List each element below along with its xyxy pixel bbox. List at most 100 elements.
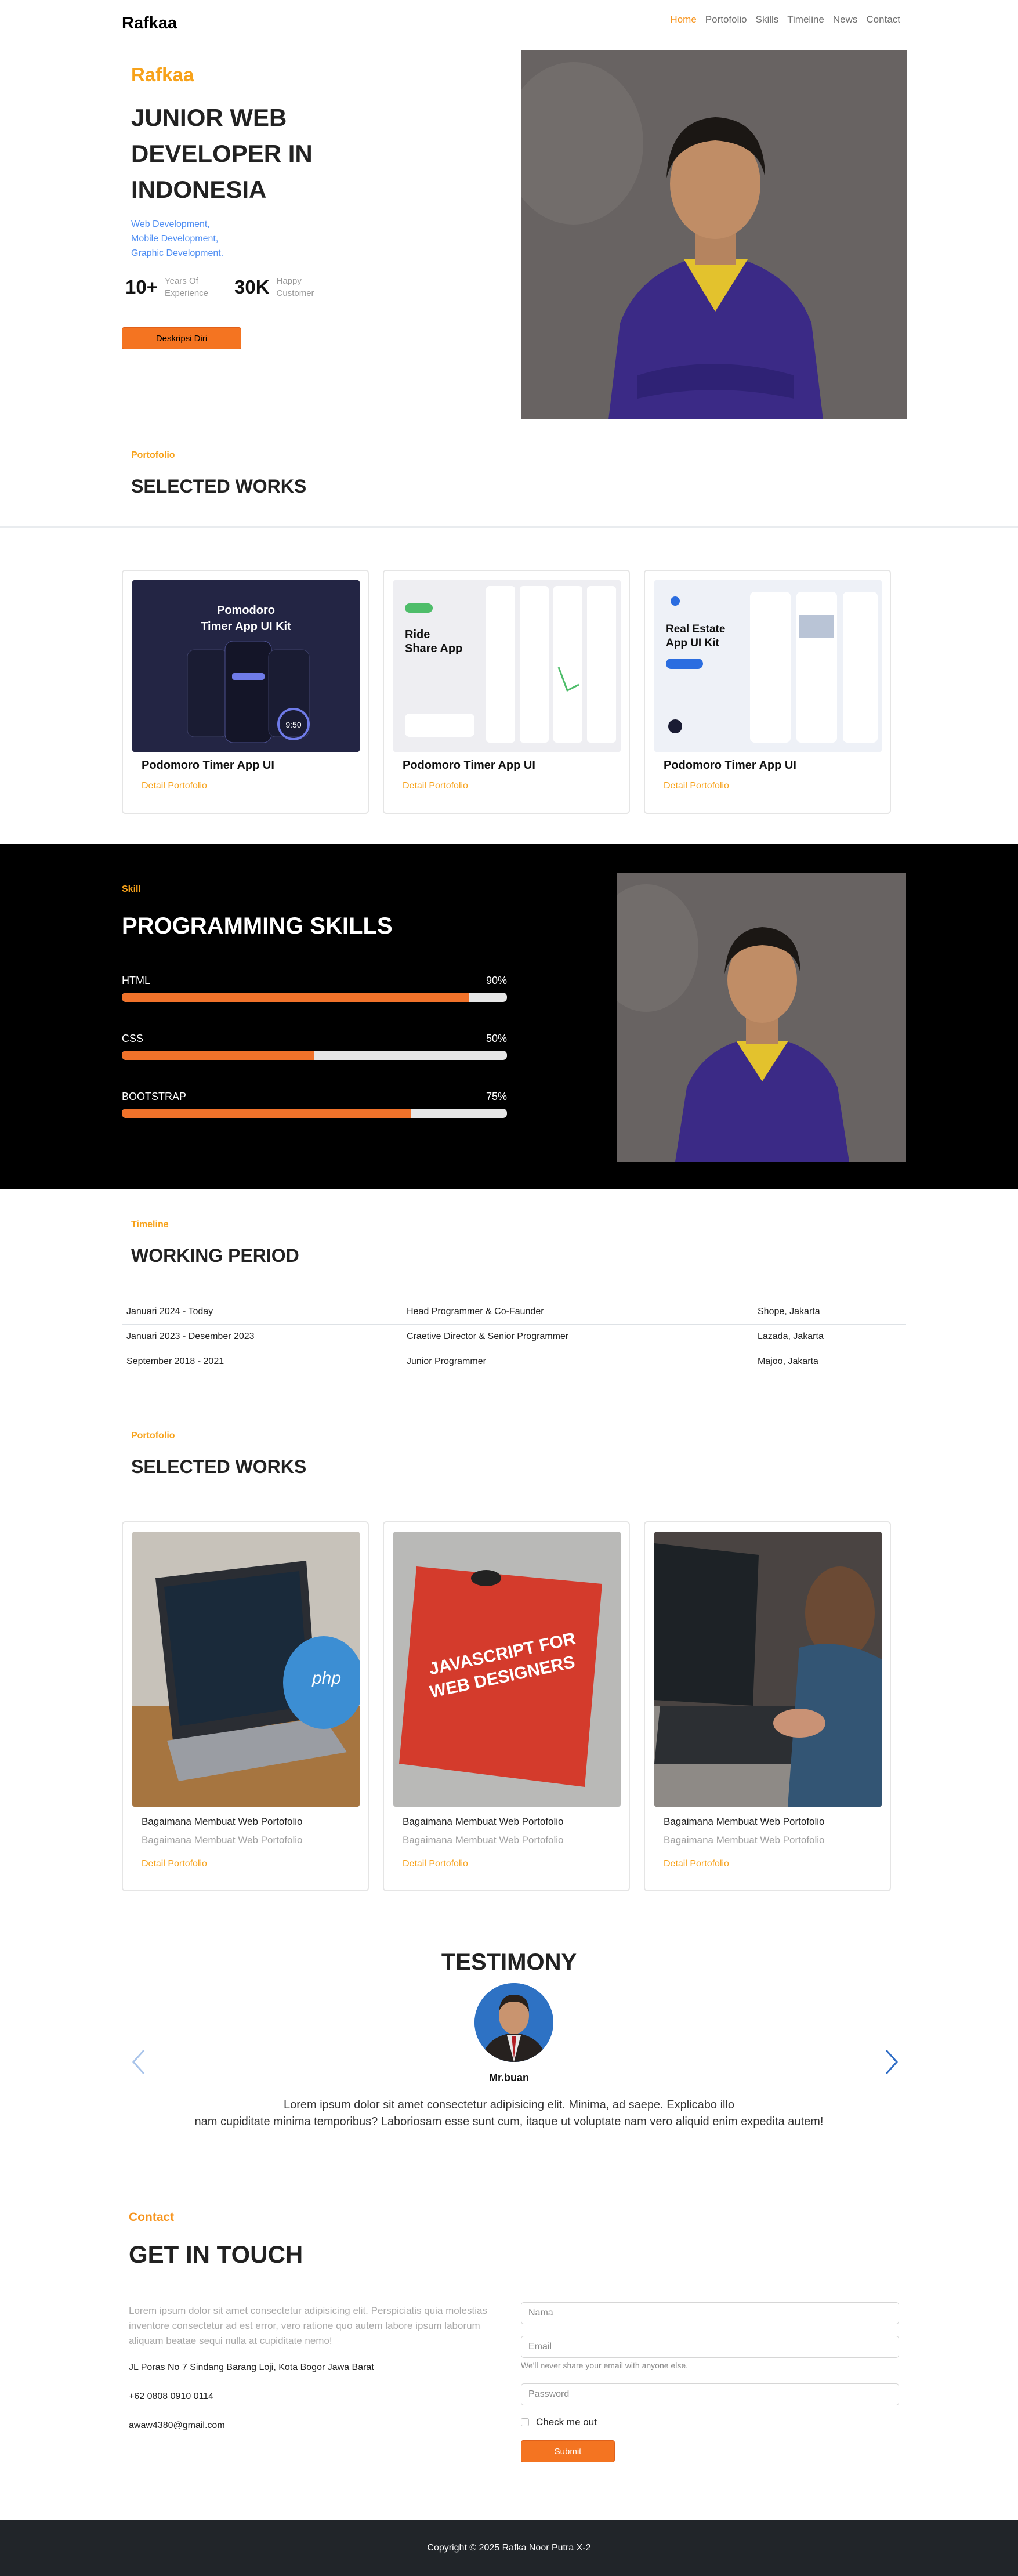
copyright-text: Copyright © 2025 Rafka Noor Putra X-2 <box>427 2543 591 2553</box>
work-card-link[interactable]: Detail Portofolio <box>403 781 468 791</box>
place-cell: Lazada, Jakarta <box>758 1332 824 1341</box>
table-row: September 2018 - 2021 Junior Programmer … <box>122 1349 906 1374</box>
svg-text:Real Estate: Real Estate <box>666 623 725 635</box>
blog-card-link[interactable]: Detail Portofolio <box>403 1859 468 1869</box>
svg-text:Ride: Ride <box>405 628 430 641</box>
email-hint: We'll never share your email with anyone… <box>521 2361 688 2370</box>
blog-card[interactable]: php Bagaimana Membuat Web Portofolio Bag… <box>122 1521 369 1891</box>
nav-item-news[interactable]: News <box>833 14 858 26</box>
works-eyebrow: Portofolio <box>131 450 175 460</box>
testimony-line: nam cupiditate minima temporibus? Labori… <box>194 2115 824 2128</box>
testimony-author: Mr.buan <box>488 2072 529 2083</box>
skill-progress-bar <box>122 1051 507 1060</box>
blog-card[interactable]: Bagaimana Membuat Web Portofolio Bagaima… <box>644 1521 891 1891</box>
nav-item-portofolio[interactable]: Portofolio <box>705 14 747 26</box>
contact-email: awaw4380@gmail.com <box>129 2421 225 2430</box>
blog-card-subtitle: Bagaimana Membuat Web Portofolio <box>664 1835 825 1846</box>
specialty-web[interactable]: Web Development, <box>131 217 223 231</box>
work-card[interactable]: Pomodoro Timer App UI Kit 9:50 Podomoro … <box>122 570 369 814</box>
work-card-link[interactable]: Detail Portofolio <box>142 781 207 791</box>
svg-text:9:50: 9:50 <box>285 720 301 729</box>
specialty-graphic[interactable]: Graphic Development. <box>131 246 223 261</box>
email-field[interactable]: Email <box>521 2336 899 2358</box>
stat-label: Years Of Experience <box>164 276 209 298</box>
skill-name: BOOTSTRAP <box>122 1091 187 1102</box>
table-row: Januari 2023 - Desember 2023 Craetive Di… <box>122 1325 906 1349</box>
role-cell: Craetive Director & Senior Programmer <box>407 1332 569 1341</box>
blog-card-title: Bagaimana Membuat Web Portofolio <box>142 1816 303 1827</box>
checkbox-label: Check me out <box>536 2416 597 2427</box>
skill-percent: 90% <box>486 975 507 986</box>
php-text: php <box>311 1669 341 1688</box>
blog-card-link[interactable]: Detail Portofolio <box>664 1859 729 1869</box>
contact-title: Get In Touch <box>129 2241 303 2268</box>
period-cell: Januari 2024 - Today <box>126 1307 213 1316</box>
work-card-image: Pomodoro Timer App UI Kit 9:50 <box>132 580 360 752</box>
nav-item-skills[interactable]: Skills <box>756 14 779 26</box>
skills-portrait-photo <box>617 873 906 1162</box>
role-cell: Junior Programmer <box>407 1356 486 1366</box>
blog-card-subtitle: Bagaimana Membuat Web Portofolio <box>403 1835 564 1846</box>
skill-progress-fill <box>122 1051 314 1060</box>
skill-percent: 50% <box>486 1033 507 1044</box>
role-cell: Head Programmer & Co-Faunder <box>407 1307 544 1316</box>
checkbox[interactable] <box>521 2418 529 2426</box>
work-card-title: Podomoro Timer App UI <box>664 759 796 772</box>
password-field[interactable]: Password <box>521 2383 899 2405</box>
section-divider <box>0 526 1018 528</box>
chevron-right-icon[interactable] <box>881 2045 904 2079</box>
skills-eyebrow: Skill <box>122 884 141 894</box>
skill-item-css: CSS 50% <box>122 1033 507 1060</box>
chevron-left-icon[interactable] <box>126 2045 150 2079</box>
stat-value: 10+ <box>125 276 158 298</box>
contact-eyebrow: Contact <box>129 2210 175 2224</box>
work-card[interactable]: Ride Share App Podomoro Timer App UI Det… <box>383 570 630 814</box>
name-field[interactable]: Nama <box>521 2302 899 2324</box>
work-card-title: Podomoro Timer App UI <box>142 759 274 772</box>
testimony-title: TESTIMONY <box>441 1949 577 1975</box>
work-card-image: Ride Share App <box>393 580 621 752</box>
timeline-table: Januari 2024 - Today Head Programmer & C… <box>122 1300 906 1374</box>
stat-experience: 10+ Years Of Experience <box>125 275 223 299</box>
place-cell: Majoo, Jakarta <box>758 1356 818 1366</box>
contact-description: Lorem ipsum dolor sit amet consectetur a… <box>129 2305 487 2346</box>
skill-item-bootstrap: BOOTSTRAP 75% <box>122 1091 507 1118</box>
timeline-eyebrow: Timeline <box>131 1220 169 1229</box>
hero-title: Junior Web Developer in Indonesia <box>131 104 313 203</box>
main-nav: Home Portofolio Skills Timeline News Con… <box>670 14 900 26</box>
nav-item-timeline[interactable]: Timeline <box>787 14 824 26</box>
stat-value: 30K <box>234 276 270 298</box>
skill-item-html: HTML 90% <box>122 975 507 1002</box>
skill-progress-bar <box>122 993 507 1002</box>
svg-text:App UI Kit: App UI Kit <box>666 637 719 649</box>
period-cell: Januari 2023 - Desember 2023 <box>126 1332 255 1341</box>
footer: Copyright © 2025 Rafka Noor Putra X-2 <box>0 2520 1018 2576</box>
skill-progress-fill <box>122 993 469 1002</box>
avatar <box>474 1983 553 2062</box>
brand-logo[interactable]: Rafkaa <box>122 14 177 33</box>
contact-phone: +62 0808 0910 0114 <box>129 2392 214 2401</box>
svg-text:Timer App UI Kit: Timer App UI Kit <box>201 620 291 633</box>
svg-text:Share App: Share App <box>405 642 462 655</box>
testimony-line: Lorem ipsum dolor sit amet consectetur a… <box>283 2099 735 2111</box>
work-card-link[interactable]: Detail Portofolio <box>664 781 729 791</box>
place-cell: Shope, Jakarta <box>758 1307 820 1316</box>
svg-text:Pomodoro: Pomodoro <box>217 604 275 617</box>
stat-label: Happy Customer <box>276 276 314 298</box>
works-title: Selected Works <box>131 476 307 497</box>
blog-card[interactable]: JAVASCRIPT FOR WEB DESIGNERS Bagaimana M… <box>383 1521 630 1891</box>
stat-customers: 30K Happy Customer <box>234 275 335 299</box>
check-me-out[interactable]: Check me out <box>521 2416 597 2428</box>
blog-card-title: Bagaimana Membuat Web Portofolio <box>403 1816 564 1827</box>
description-button[interactable]: Deskripsi Diri <box>122 327 241 349</box>
specialty-mobile[interactable]: Mobile Development, <box>131 231 223 246</box>
nav-item-home[interactable]: Home <box>670 14 696 26</box>
blog-card-link[interactable]: Detail Portofolio <box>142 1859 207 1869</box>
skill-percent: 75% <box>486 1091 507 1102</box>
blog-card-image <box>654 1532 882 1807</box>
timeline-title: Working Period <box>131 1245 299 1266</box>
nav-item-contact[interactable]: Contact <box>866 14 900 26</box>
blog-card-image: php <box>132 1532 360 1807</box>
work-card[interactable]: Real Estate App UI Kit Podomoro Timer Ap… <box>644 570 891 814</box>
submit-button[interactable]: Submit <box>521 2440 615 2462</box>
